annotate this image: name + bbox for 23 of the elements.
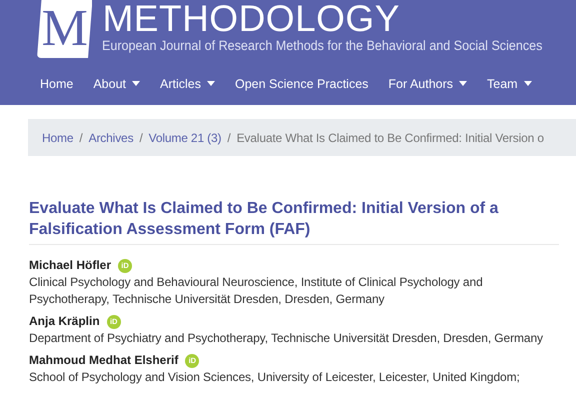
page-name-text: Evaluate What Is Claimed to Be Confirmed: Initial Version o [236,130,544,144]
breadcrumb-separator: / [79,130,83,144]
journal-subtitle: European Journal of Research Methods for the Behavioral and Social Sciences [102,38,543,54]
breadcrumb-link[interactable]: Home [42,130,74,144]
breadcrumb-separator: / [227,130,231,144]
nav-link[interactable]: For Authors [388,76,468,90]
nav-link[interactable]: Team [487,76,532,90]
author-name: Mahmoud Medhat Elsherif [29,352,178,369]
breadcrumb-link[interactable]: Archives [88,130,134,144]
author-affiliation: School of Psychology and Vision Sciences, University of Leicester, Leicester, United Kingdom; [29,369,521,386]
author-affiliation: Clinical Psychology and Behavioural Neuroscience, Institute of Clinical Psychology and Psychotherapy, Technische Universität Dresden, Dresden, Germany [29,274,484,308]
article-title: Evaluate What Is Claimed to Be Confirmed: Initial Version of a Falsification Assessment Form (FAF) [29,198,559,245]
nav-link[interactable]: Articles [160,76,215,90]
journal-logo[interactable]: M [37,0,92,58]
nav-link[interactable]: About [93,76,140,90]
nav-link[interactable]: Home [40,76,74,90]
author-affiliation: Department of Psychiatry and Psychotherapy, Technische Universität Dresden, Dresden, Germany [29,330,544,347]
author-name: Anja Kräplin [29,313,100,330]
breadcrumb-separator: / [139,130,143,144]
author-name: Michael Höfler [29,257,112,274]
journal-title: METHODOLOGY [102,0,401,38]
nav-link[interactable]: Open Science Practices [235,76,368,90]
breadcrumb-link[interactable]: Volume 21 (3) [148,130,222,144]
